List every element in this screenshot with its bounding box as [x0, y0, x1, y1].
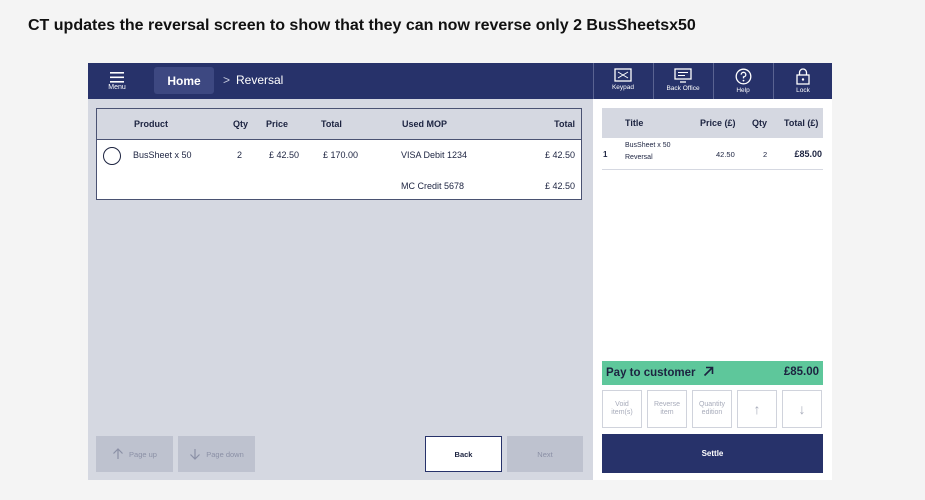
keypad-button[interactable]: Keypad [593, 63, 652, 99]
mop-amount: £ 42.50 [544, 150, 575, 160]
pay-amount: £85.00 [783, 366, 819, 378]
menu-button[interactable]: Menu [88, 63, 146, 99]
home-button[interactable]: Home [154, 67, 214, 94]
quantity-edition-button[interactable]: Quantity edition [692, 390, 732, 428]
pay-label-text: Pay to customer [606, 367, 696, 379]
help-button[interactable]: Help [713, 63, 772, 99]
lock-icon [796, 68, 810, 85]
void-label-line1: Void [615, 400, 629, 408]
lock-button[interactable]: Lock [773, 63, 832, 99]
page-down-button[interactable]: Page down [178, 436, 255, 472]
col-qty: Qty [752, 118, 768, 128]
reversal-table: Product Qty Price Total Used MOP Total B… [96, 108, 582, 200]
row-title-line1: BusSheet x 50 [625, 142, 671, 149]
next-button[interactable]: Next [507, 436, 583, 472]
arrow-up-right-icon [703, 366, 713, 377]
row-total: £85.00 [794, 149, 822, 159]
void-label: Void item(s) [611, 401, 632, 418]
row-title-line2: Reversal [625, 154, 653, 161]
col-used-mop: Used MOP [402, 119, 448, 129]
move-up-button[interactable]: ↑ [737, 390, 777, 428]
quantity-label-line1: Quantity [698, 400, 726, 408]
page-up-label: Page up [129, 449, 157, 459]
back-office-button[interactable]: Back Office [653, 63, 712, 99]
basket-header: Title Price (£) Qty Total (£) [602, 108, 823, 138]
back-button[interactable]: Back [425, 436, 502, 472]
row-index: 1 [603, 150, 608, 159]
pay-to-customer-bar: Pay to customer £85.00 [602, 361, 823, 385]
chevron-right-icon: > [223, 73, 231, 87]
breadcrumb-current: Reversal [236, 73, 284, 87]
keypad-label: Keypad [611, 84, 635, 91]
reversal-panel: Product Qty Price Total Used MOP Total B… [88, 99, 593, 480]
quantity-label: Quantity edition [699, 401, 725, 418]
back-office-label: Back Office [666, 85, 700, 92]
back-office-icon [674, 68, 692, 83]
caption: CT updates the reversal screen to show t… [28, 17, 696, 34]
top-bar: Menu Home > Reversal Keypad Back Office [88, 63, 832, 99]
void-items-button[interactable]: Void item(s) [602, 390, 642, 428]
basket-row[interactable]: 1 BusSheet x 50 Reversal 42.50 2 £85.00 [602, 139, 823, 170]
arrow-down-icon [190, 449, 201, 460]
select-radio[interactable] [103, 147, 121, 165]
pay-label: Pay to customer [606, 366, 714, 379]
row-price: £ 42.50 [269, 150, 300, 160]
col-mop-total: Total [554, 119, 575, 129]
col-price: Price (£) [700, 118, 736, 128]
arrow-up-icon [113, 448, 123, 459]
mop-name: VISA Debit 1234 [401, 150, 468, 160]
row-total: £ 170.00 [323, 150, 359, 160]
pos-app: Menu Home > Reversal Keypad Back Office [88, 63, 832, 480]
settle-button[interactable]: Settle [602, 434, 823, 473]
page-up-button[interactable]: Page up [96, 436, 173, 472]
col-title: Title [625, 118, 644, 128]
page-down-label: Page down [206, 449, 244, 459]
row-qty: 2 [763, 150, 768, 159]
help-label: Help [736, 87, 750, 94]
col-product: Product [134, 119, 169, 129]
row-qty: 2 [237, 150, 243, 160]
col-price: Price [266, 119, 289, 129]
mop-name: MC Credit 5678 [401, 181, 465, 191]
hamburger-icon [110, 71, 124, 83]
help-icon [735, 68, 751, 85]
row-price: 42.50 [716, 150, 735, 159]
move-down-button[interactable]: ↓ [782, 390, 822, 428]
quantity-label-line2: edition [701, 409, 723, 416]
reversal-table-header: Product Qty Price Total Used MOP Total [97, 109, 581, 140]
reverse-label: Reverse item [654, 401, 680, 418]
void-label-line2: item(s) [611, 409, 633, 416]
menu-label: Menu [108, 83, 126, 91]
reverse-label-line1: Reverse [653, 400, 681, 408]
lock-label: Lock [796, 87, 810, 94]
col-total: Total [321, 119, 342, 129]
col-qty: Qty [233, 119, 249, 129]
keypad-icon [614, 68, 632, 82]
col-total: Total (£) [784, 118, 819, 128]
reverse-label-line2: item [660, 409, 674, 416]
row-product: BusSheet x 50 [133, 150, 192, 160]
reverse-item-button[interactable]: Reverse item [647, 390, 687, 428]
basket-panel: Title Price (£) Qty Total (£) 1 BusSheet… [593, 99, 832, 480]
mop-amount: £ 42.50 [544, 181, 575, 191]
